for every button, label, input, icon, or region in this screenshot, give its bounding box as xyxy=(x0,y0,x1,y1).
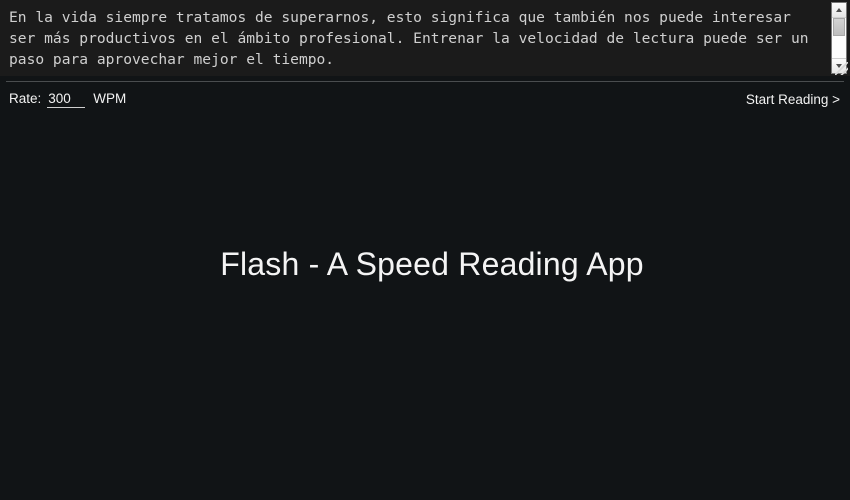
rate-control-group: Rate: WPM xyxy=(9,91,126,108)
caret-down-glyph xyxy=(836,64,842,68)
wpm-unit-label: WPM xyxy=(93,91,127,106)
text-input-area[interactable]: En la vida siempre tratamos de superarno… xyxy=(0,0,850,76)
start-reading-button[interactable]: Start Reading > xyxy=(746,92,840,107)
scroll-up-arrow-icon[interactable] xyxy=(832,3,846,18)
caret-up-glyph xyxy=(836,8,842,12)
app-title: Flash - A Speed Reading App xyxy=(220,246,644,282)
textarea-scrollbar[interactable] xyxy=(831,2,847,74)
scrollbar-thumb[interactable] xyxy=(833,18,845,36)
controls-bar: Rate: WPM Start Reading > xyxy=(0,82,850,117)
rate-input[interactable] xyxy=(47,91,86,108)
source-text[interactable]: En la vida siempre tratamos de superarno… xyxy=(9,7,820,70)
rate-label: Rate: xyxy=(9,91,42,106)
app-root: En la vida siempre tratamos de superarno… xyxy=(0,0,850,500)
reading-stage: Flash - A Speed Reading App xyxy=(0,117,850,500)
scrollbar-track[interactable] xyxy=(832,18,846,58)
scroll-down-arrow-icon[interactable] xyxy=(832,58,846,73)
